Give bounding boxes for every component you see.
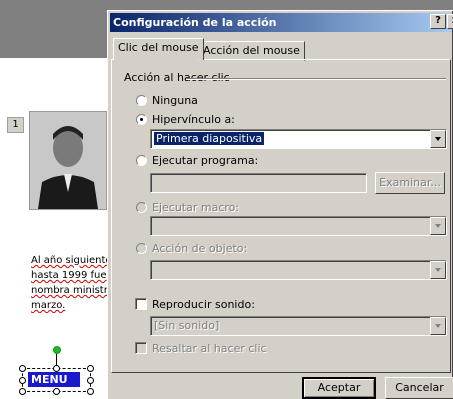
action-settings-dialog: Configuración de la acción ? x Clic del … [107, 10, 453, 399]
cancel-button[interactable]: Cancelar [385, 377, 453, 399]
tab-mouse-click[interactable]: Clic del mouse [113, 38, 204, 60]
slide-photo[interactable] [29, 111, 107, 210]
resize-handle[interactable] [87, 377, 94, 384]
radio-run-program[interactable]: Ejecutar programa: [136, 153, 258, 167]
slide-text-line: Al año siguiente [31, 255, 111, 266]
checkbox-label: Reproducir sonido: [152, 297, 255, 311]
sound-value: [Sin sonido] [154, 319, 220, 332]
radio-indicator[interactable] [136, 201, 147, 213]
radio-label: Ejecutar programa: [152, 153, 259, 167]
radio-label: Ninguna [152, 93, 198, 107]
hyperlink-select[interactable]: Primera diapositiva [150, 129, 447, 149]
resize-handle[interactable] [87, 388, 94, 395]
tab-mouse-over[interactable]: Acción del mouse [198, 41, 305, 61]
browse-button[interactable]: Examinar... [375, 172, 445, 194]
chevron-down-icon[interactable] [430, 217, 446, 235]
resize-handle[interactable] [53, 365, 60, 372]
browse-label: Examinar... [379, 176, 441, 189]
slide-body-text[interactable]: Al año siguiente hasta 1999 fue nombra m… [31, 253, 111, 313]
radio-object-action[interactable]: Acción de objeto: [136, 241, 247, 255]
radio-indicator[interactable] [136, 154, 147, 166]
checkbox-label: Resaltar al hacer clic [152, 341, 267, 355]
ok-button[interactable]: Aceptar [302, 377, 376, 399]
dialog-titlebar[interactable]: Configuración de la acción [110, 13, 452, 32]
group-divider [186, 78, 446, 80]
rotation-handle[interactable] [53, 346, 61, 354]
checkbox-play-sound[interactable]: Reproducir sonido: [135, 297, 255, 311]
slide-text-line: nombra ministr [31, 285, 108, 296]
menu-shape[interactable]: MENU [19, 346, 94, 395]
resize-handle[interactable] [87, 365, 94, 372]
resize-handle[interactable] [19, 377, 26, 384]
checkbox-highlight[interactable]: Resaltar al hacer clic [135, 341, 267, 355]
radio-run-macro[interactable]: Ejecutar macro: [136, 200, 239, 214]
checkbox-indicator[interactable] [135, 298, 147, 310]
slide-text-line: hasta 1999 fue [31, 270, 107, 281]
chevron-down-icon[interactable] [430, 130, 446, 148]
radio-hyperlink[interactable]: Hipervínculo a: [136, 112, 235, 126]
macro-select[interactable] [150, 216, 447, 236]
slide-text-line: marzo. [31, 300, 66, 311]
chevron-down-icon[interactable] [430, 261, 446, 279]
chevron-down-icon[interactable] [430, 317, 446, 335]
close-button[interactable]: x [447, 14, 453, 29]
sound-select[interactable]: [Sin sonido] [150, 316, 447, 336]
radio-label: Acción de objeto: [152, 241, 248, 255]
object-action-select[interactable] [150, 260, 447, 280]
radio-label: Hipervínculo a: [152, 112, 235, 126]
dialog-title: Configuración de la acción [113, 16, 277, 29]
radio-indicator[interactable] [136, 94, 147, 106]
help-button[interactable]: ? [430, 14, 446, 29]
slide-number: 1 [7, 117, 24, 133]
radio-indicator[interactable] [136, 113, 147, 125]
menu-button-label[interactable]: MENU [28, 372, 80, 387]
radio-none[interactable]: Ninguna [136, 93, 198, 107]
program-path-input[interactable] [150, 173, 367, 193]
resize-handle[interactable] [19, 388, 26, 395]
resize-handle[interactable] [19, 365, 26, 372]
checkbox-indicator[interactable] [135, 342, 147, 354]
radio-label: Ejecutar macro: [152, 200, 240, 214]
radio-indicator[interactable] [136, 242, 147, 254]
resize-handle[interactable] [53, 388, 60, 395]
hyperlink-value: Primera diapositiva [154, 132, 265, 145]
